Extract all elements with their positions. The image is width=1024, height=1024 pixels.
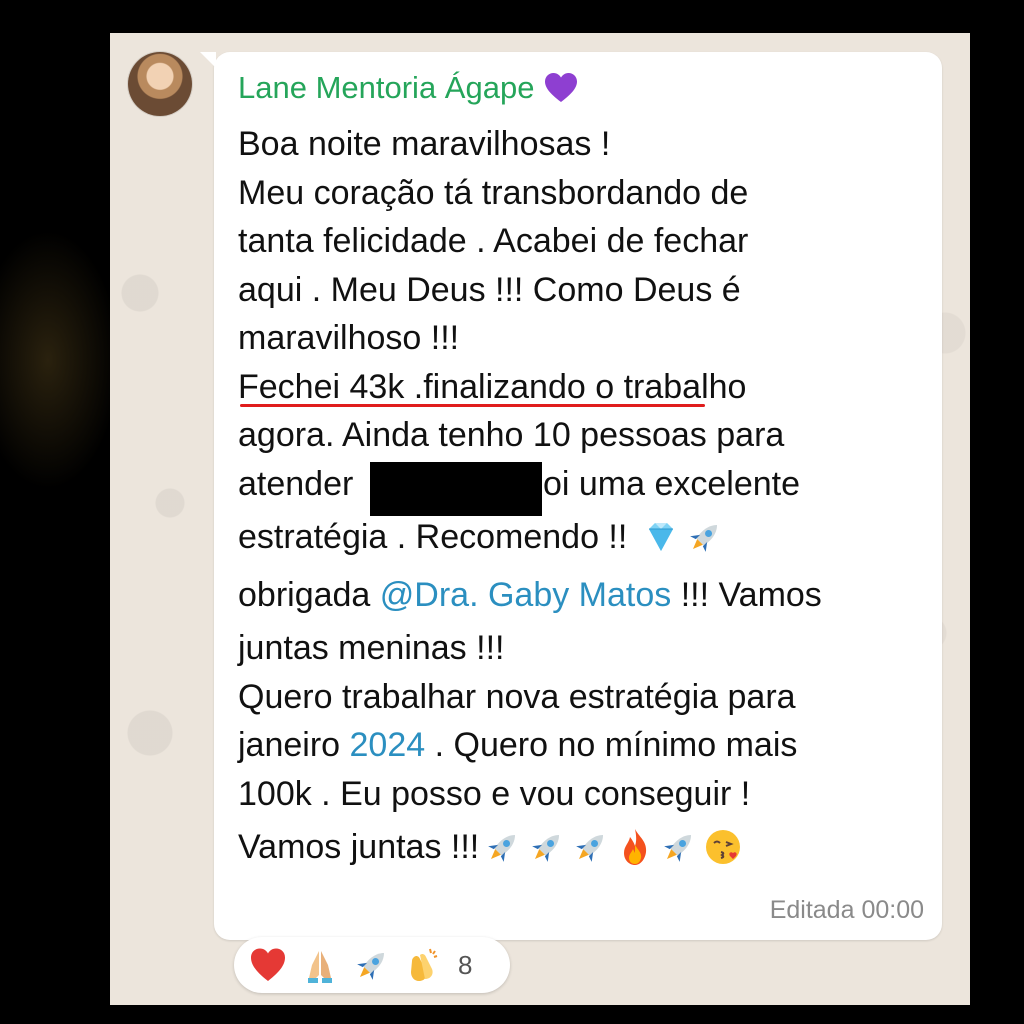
message-line: Quero trabalhar nova estratégia para xyxy=(238,677,796,716)
recommend-text: estratégia . Recomendo !! xyxy=(238,517,637,556)
message-line: maravilhoso !!! xyxy=(238,319,460,357)
message-line: aqui . Meu Deus !!! Como Deus é xyxy=(238,270,741,309)
purple-heart-icon xyxy=(544,72,578,104)
mention-link[interactable]: @Dra. Gaby Matos xyxy=(380,571,672,620)
message-line: 100k . Eu posso e vou conseguir ! xyxy=(238,774,751,813)
message-line: Boa noite maravilhosas ! xyxy=(238,125,611,163)
message-line: Meu coração tá transbordando de xyxy=(238,173,749,212)
sender-name[interactable]: Lane Mentoria Ágape xyxy=(238,66,578,110)
edited-timestamp: Editada 00:00 xyxy=(769,896,924,924)
message-line: tanta felicidade . Acabei de fechar xyxy=(238,222,749,260)
gem-icon xyxy=(641,517,681,557)
rocket-icon xyxy=(571,827,611,867)
clapping-hands-icon xyxy=(404,945,444,985)
thanks-text: obrigada xyxy=(238,575,380,614)
janeiro-after-text: . Quero no mínimo mais xyxy=(425,726,798,764)
janeiro-text: janeiro xyxy=(238,726,350,764)
fire-icon xyxy=(615,827,655,867)
background-glow xyxy=(0,230,120,490)
text-before-redaction: atender xyxy=(238,464,354,503)
thanks-after-text: !!! Vamos xyxy=(671,575,822,614)
year-link[interactable]: 2024 xyxy=(350,721,426,770)
text-after-redaction: . Foi uma excelente xyxy=(503,464,801,503)
message-line-redacted: atender . Foi uma excelente xyxy=(238,460,928,509)
reaction-count: 8 xyxy=(458,949,473,980)
rocket-icon xyxy=(483,827,523,867)
rocket-icon xyxy=(685,517,725,557)
red-heart-icon xyxy=(248,945,288,985)
message-line: janeiro 2024 . Quero no mínimo mais xyxy=(238,721,928,770)
reactions-pill[interactable]: 8 xyxy=(234,937,510,993)
message-line: juntas meninas !!! xyxy=(238,629,505,667)
avatar[interactable] xyxy=(128,52,192,116)
message-line: estratégia . Recomendo !! xyxy=(238,508,928,566)
red-underline xyxy=(240,404,705,407)
message-text: Boa noite maravilhosas ! Meu coração tá … xyxy=(238,120,928,876)
kissing-face-icon xyxy=(703,827,743,867)
message-line: agora. Ainda tenho 10 pessoas para xyxy=(238,416,785,454)
folded-hands-icon xyxy=(300,945,340,985)
rocket-icon xyxy=(527,827,567,867)
rocket-icon xyxy=(659,827,699,867)
final-text: Vamos juntas !!! xyxy=(238,827,480,866)
message-line: Vamos juntas !!! xyxy=(238,818,928,876)
sender-label: Lane Mentoria Ágape xyxy=(238,70,535,105)
message-line: obrigada @Dra. Gaby Matos !!! Vamos xyxy=(238,566,928,624)
redaction-box xyxy=(370,462,542,516)
rocket-icon xyxy=(352,945,392,985)
